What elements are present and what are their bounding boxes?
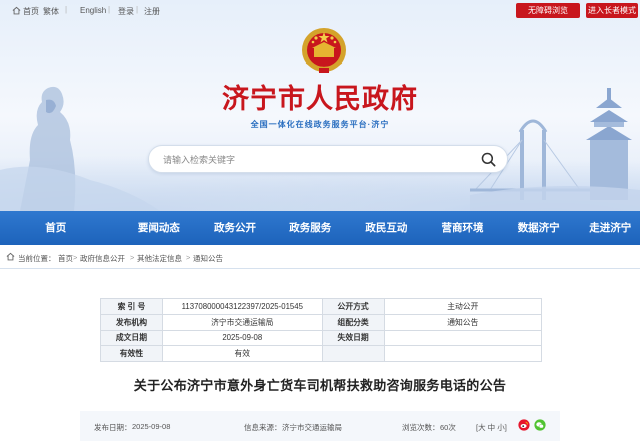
empty-cell	[321, 345, 385, 362]
site-title: 济宁市人民政府	[222, 84, 418, 115]
search-input[interactable]	[163, 152, 463, 167]
validity-label: 有效性	[100, 345, 163, 362]
confucius-statue-illustration	[0, 86, 160, 211]
nav-item-data[interactable]: 数据济宁	[506, 211, 571, 245]
nav-item-news[interactable]: 要闻动态	[126, 211, 191, 245]
issuer-value: 济宁市交通运输局	[161, 313, 323, 331]
separator: |	[108, 5, 111, 14]
table-row: 有效性 有效	[100, 345, 543, 362]
table-row: 成文日期 2025-09-08 失效日期	[100, 329, 543, 347]
category-value: 通知公告	[383, 313, 543, 331]
breadcrumb-notices[interactable]: 通知公告	[193, 253, 223, 264]
traditional-chinese-link[interactable]: 繁体	[43, 6, 59, 17]
main-navigation: 首页 要闻动态 政务公开 政务服务 政民互动 营商环境 数据济宁 走进济宁	[0, 211, 640, 245]
document-title: 关于公布济宁市意外身亡货车司机帮扶救助咨询服务电话的公告	[133, 379, 507, 394]
validity-value: 有效	[161, 345, 323, 362]
expiry-label: 失效日期	[321, 329, 385, 347]
breadcrumb-separator: >	[130, 253, 135, 262]
views-count: 60次	[440, 423, 456, 432]
expiry-value	[383, 329, 543, 347]
search-icon[interactable]	[480, 151, 497, 168]
breadcrumb-prefix: 当前位置：	[18, 254, 56, 263]
category-label: 组配分类	[321, 313, 385, 331]
breadcrumb-gov-info[interactable]: 政府信息公开	[80, 253, 125, 264]
nav-item-gov-affairs[interactable]: 政务公开	[202, 211, 267, 245]
index-value: 11370800004312239​7/2025-01545	[161, 298, 323, 315]
register-link[interactable]: 注册	[144, 6, 160, 17]
national-emblem-icon	[302, 28, 346, 73]
top-utility-bar: 首页 | 繁体 | English | 登录 | 注册 无障碍浏览 进入长者模式	[0, 0, 640, 22]
city-skyline-illustration	[470, 88, 640, 211]
search-bar	[148, 145, 508, 173]
wechat-share-icon[interactable]	[534, 419, 546, 431]
breadcrumb-other-info[interactable]: 其他法定信息	[137, 253, 182, 264]
nav-item-business[interactable]: 营商环境	[430, 211, 495, 245]
site-subtitle: 全国一体化在线政务服务平台·济宁	[250, 120, 390, 129]
home-icon	[12, 6, 21, 15]
header-banner: 首页 | 繁体 | English | 登录 | 注册 无障碍浏览 进入长者模式…	[0, 0, 640, 211]
divider	[0, 268, 640, 269]
nav-item-about[interactable]: 走进济宁	[580, 211, 639, 245]
empty-cell	[383, 345, 543, 362]
breadcrumb: 当前位置： 首页 > 政府信息公开 > 其他法定信息 > 通知公告	[0, 251, 640, 265]
font-size-toggle[interactable]: [大 中 小]	[476, 422, 507, 433]
english-link[interactable]: English	[80, 6, 106, 15]
table-row: 索 引 号 11370800004312239​7/2025-01545 公开方…	[100, 298, 543, 315]
disclosure-value: 主动公开	[383, 298, 543, 315]
publish-date-label: 发布日期：	[94, 423, 132, 432]
table-row: 发布机构 济宁市交通运输局 组配分类 通知公告	[100, 313, 543, 331]
breadcrumb-home[interactable]: 首页	[58, 253, 73, 264]
source-value: 济宁市交通运输局	[282, 423, 342, 432]
weibo-share-icon[interactable]	[518, 419, 530, 431]
publish-date: 2025-09-08	[132, 422, 171, 431]
issuer-label: 发布机构	[100, 313, 163, 331]
date-label: 成文日期	[100, 329, 163, 347]
nav-item-interaction[interactable]: 政民互动	[354, 211, 419, 245]
document-info-table: 索 引 号 11370800004312239​7/2025-01545 公开方…	[100, 298, 543, 362]
nav-item-home[interactable]: 首页	[0, 211, 111, 245]
separator: |	[136, 5, 139, 14]
index-label: 索 引 号	[100, 298, 163, 315]
location-home-icon	[6, 252, 15, 261]
date-value: 2025-09-08	[161, 329, 323, 347]
views-label: 浏览次数：	[402, 423, 440, 432]
breadcrumb-separator: >	[73, 253, 78, 262]
source-label: 信息来源：	[244, 423, 282, 432]
disclosure-label: 公开方式	[321, 298, 385, 315]
separator: |	[35, 5, 38, 14]
login-link[interactable]: 登录	[118, 6, 134, 17]
elderly-mode-button[interactable]: 进入长者模式	[586, 3, 638, 18]
accessibility-button[interactable]: 无障碍浏览	[516, 3, 580, 18]
breadcrumb-separator: >	[186, 253, 191, 262]
separator: |	[65, 5, 68, 14]
nav-item-gov-services[interactable]: 政务服务	[278, 211, 343, 245]
